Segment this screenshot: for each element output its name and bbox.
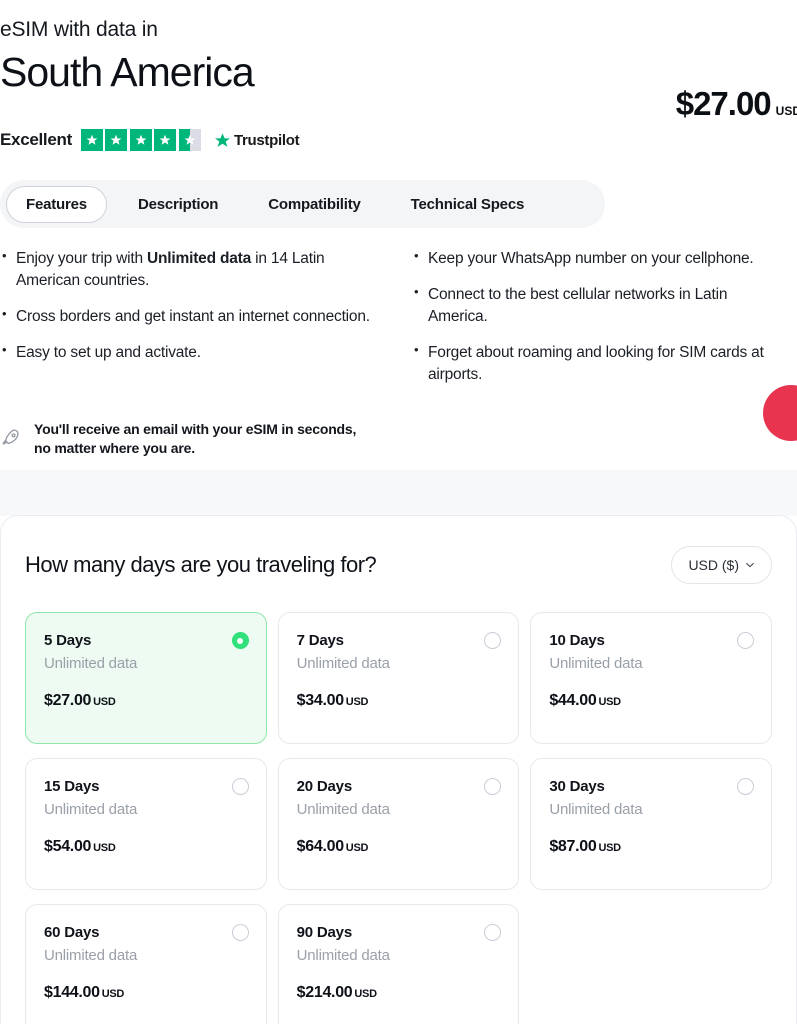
plan-card-15-days[interactable]: 15 Days Unlimited data $54.00USD [25, 758, 267, 890]
plan-price-currency: USD [346, 842, 368, 854]
tab-description[interactable]: Description [119, 187, 237, 222]
plan-radio-60-days[interactable] [232, 924, 249, 941]
plan-price-currency: USD [102, 988, 124, 1000]
trustpilot-rating-word: Excellent [0, 130, 72, 150]
plan-card-60-days[interactable]: 60 Days Unlimited data $144.00USD [25, 904, 267, 1024]
plan-price-currency: USD [93, 696, 115, 708]
plan-days-label: 20 Days [297, 778, 501, 795]
delivery-note-text: You'll receive an email with your eSIM i… [34, 420, 356, 459]
plan-price: $144.00USD [44, 984, 248, 1002]
tab-features[interactable]: Features [6, 186, 107, 223]
plan-card-10-days[interactable]: 10 Days Unlimited data $44.00USD [530, 612, 772, 744]
plan-radio-10-days[interactable] [737, 632, 754, 649]
product-tabs: Features Description Compatibility Technica… [0, 180, 605, 228]
features-column-left: Enjoy your trip with Unlimited data in 1… [0, 248, 398, 400]
plan-data-label: Unlimited data [297, 947, 501, 964]
section-divider [0, 470, 797, 516]
plans-section-title: How many days are you traveling for? [25, 552, 376, 578]
features-column-right: Keep your WhatsApp number on your cellph… [398, 248, 796, 400]
trustpilot-star-icon [214, 132, 231, 149]
plan-data-label: Unlimited data [44, 947, 248, 964]
plans-panel-header: How many days are you traveling for? USD… [25, 546, 772, 584]
plan-card-20-days[interactable]: 20 Days Unlimited data $64.00USD [278, 758, 520, 890]
features-list-left: Enjoy your trip with Unlimited data in 1… [0, 248, 380, 364]
plan-data-label: Unlimited data [44, 655, 248, 672]
feature-item-left-1: Enjoy your trip with Unlimited data in 1… [0, 248, 380, 292]
page-title: South America [0, 52, 254, 93]
plan-price: $64.00USD [297, 838, 501, 856]
trustpilot-star-5 [179, 129, 201, 151]
delivery-note: You'll receive an email with your eSIM i… [0, 420, 420, 459]
plan-price: $87.00USD [549, 838, 753, 856]
plan-price-currency: USD [598, 696, 620, 708]
trustpilot-brand: Trustpilot [234, 132, 299, 149]
trustpilot-stars [81, 129, 201, 151]
plan-price-currency: USD [346, 696, 368, 708]
tab-technical-specs[interactable]: Technical Specs [392, 187, 543, 222]
plan-days-label: 5 Days [44, 632, 248, 649]
feature-item-right-3: Forget about roaming and looking for SIM… [412, 342, 778, 386]
feature-item-left-3: Easy to set up and activate. [0, 342, 380, 364]
plan-radio-15-days[interactable] [232, 778, 249, 795]
trustpilot-star-1 [81, 129, 103, 151]
trustpilot-logo: Trustpilot [214, 132, 299, 149]
plan-radio-5-days[interactable] [232, 632, 249, 649]
trustpilot-star-2 [105, 129, 127, 151]
product-price-block: $27.00 USD [676, 85, 797, 123]
rocket-icon [0, 427, 22, 449]
plan-price: $214.00USD [297, 984, 501, 1002]
features-list-right: Keep your WhatsApp number on your cellph… [412, 248, 778, 386]
plan-card-5-days[interactable]: 5 Days Unlimited data $27.00USD [25, 612, 267, 744]
product-eyebrow: eSIM with data in [0, 18, 158, 42]
plan-data-label: Unlimited data [297, 655, 501, 672]
plans-grid: 5 Days Unlimited data $27.00USD 7 Days Unlim… [25, 612, 772, 1024]
plan-days-label: 30 Days [549, 778, 753, 795]
plan-price: $34.00USD [297, 692, 501, 710]
plan-price-currency: USD [354, 988, 376, 1000]
plan-data-label: Unlimited data [44, 801, 248, 818]
plan-data-label: Unlimited data [297, 801, 501, 818]
plan-card-90-days[interactable]: 90 Days Unlimited data $214.00USD [278, 904, 520, 1024]
feature-item-right-2: Connect to the best cellular networks in… [412, 284, 778, 328]
plan-card-30-days[interactable]: 30 Days Unlimited data $87.00USD [530, 758, 772, 890]
trustpilot-star-4 [154, 129, 176, 151]
chevron-down-icon [745, 560, 755, 570]
currency-selector[interactable]: USD ($) [671, 546, 772, 584]
feature-item-left-2: Cross borders and get instant an interne… [0, 306, 380, 328]
trustpilot-rating[interactable]: Excellent Trustpilot [0, 129, 299, 151]
delivery-note-line2: no matter where you are. [34, 439, 356, 458]
plan-days-label: 10 Days [549, 632, 753, 649]
plan-days-label: 90 Days [297, 924, 501, 941]
plan-price-currency: USD [93, 842, 115, 854]
product-price-currency: USD [776, 104, 797, 118]
plan-price: $44.00USD [549, 692, 753, 710]
plan-days-label: 7 Days [297, 632, 501, 649]
plan-price-currency: USD [598, 842, 620, 854]
plan-days-label: 60 Days [44, 924, 248, 941]
plan-price: $54.00USD [44, 838, 248, 856]
plan-radio-30-days[interactable] [737, 778, 754, 795]
currency-selector-label: USD ($) [688, 557, 739, 573]
plan-data-label: Unlimited data [549, 801, 753, 818]
product-price: $27.00 [676, 85, 771, 123]
plans-panel: How many days are you traveling for? USD… [0, 515, 797, 1024]
plan-card-7-days[interactable]: 7 Days Unlimited data $34.00USD [278, 612, 520, 744]
plan-price: $27.00USD [44, 692, 248, 710]
plan-data-label: Unlimited data [549, 655, 753, 672]
features-columns: Enjoy your trip with Unlimited data in 1… [0, 248, 797, 400]
feature-item-right-1: Keep your WhatsApp number on your cellph… [412, 248, 778, 270]
product-page: eSIM with data in South America $27.00 U… [0, 0, 797, 1024]
trustpilot-star-3 [130, 129, 152, 151]
plan-days-label: 15 Days [44, 778, 248, 795]
delivery-note-line1: You'll receive an email with your eSIM i… [34, 420, 356, 439]
tab-compatibility[interactable]: Compatibility [249, 187, 379, 222]
